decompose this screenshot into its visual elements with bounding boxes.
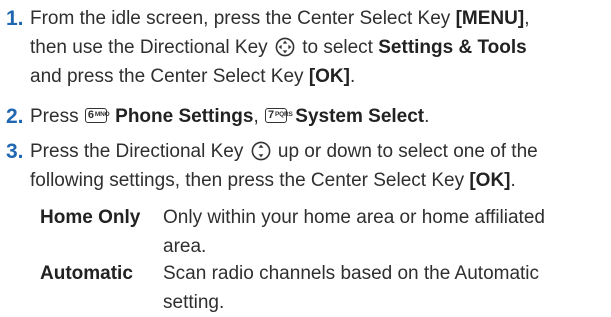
- option-description-line-2: area.: [163, 236, 207, 257]
- ok-key-label: [OK]: [308, 66, 350, 87]
- option-description-line-2: setting.: [163, 292, 225, 313]
- step-2: 2. Press 6 MNO Phone Settings, 7 PQRS Syst…: [0, 102, 611, 131]
- ok-key-label: [OK]: [469, 170, 511, 191]
- option-description-line-1: Only within your home area or home affil…: [163, 207, 545, 228]
- step-number: 3.: [6, 140, 24, 163]
- menu-key-label: [MENU]: [455, 8, 525, 29]
- step-1-line-1: From the idle screen, press the Center S…: [30, 8, 530, 29]
- step-3-line-2: following settings, then press the Cente…: [30, 170, 516, 191]
- key-7-pqrs-icon: 7 PQRS: [265, 108, 293, 123]
- option-term: Home Only: [40, 207, 141, 228]
- option-automatic: Automatic Scan radio channels based on t…: [0, 259, 611, 317]
- option-home-only: Home Only Only within your home area or …: [0, 203, 611, 261]
- step-3: 3. Press the Directional Key up or down …: [0, 137, 611, 197]
- step-1-line-3: and press the Center Select Key [OK].: [30, 66, 356, 87]
- step-number: 1.: [6, 7, 24, 30]
- phone-settings-label: Phone Settings: [115, 106, 254, 127]
- key-6-mno-icon: 6 MNO: [84, 108, 110, 123]
- system-select-label: System Select: [295, 106, 425, 127]
- step-2-line-1: Press 6 MNO Phone Settings, 7 PQRS System …: [30, 106, 430, 127]
- settings-tools-label: Settings & Tools: [378, 37, 527, 58]
- option-description-line-1: Scan radio channels based on the Automat…: [163, 263, 540, 284]
- step-1: 1. From the idle screen, press the Cente…: [0, 4, 611, 92]
- option-term: Automatic: [40, 263, 133, 284]
- step-number: 2.: [6, 105, 24, 128]
